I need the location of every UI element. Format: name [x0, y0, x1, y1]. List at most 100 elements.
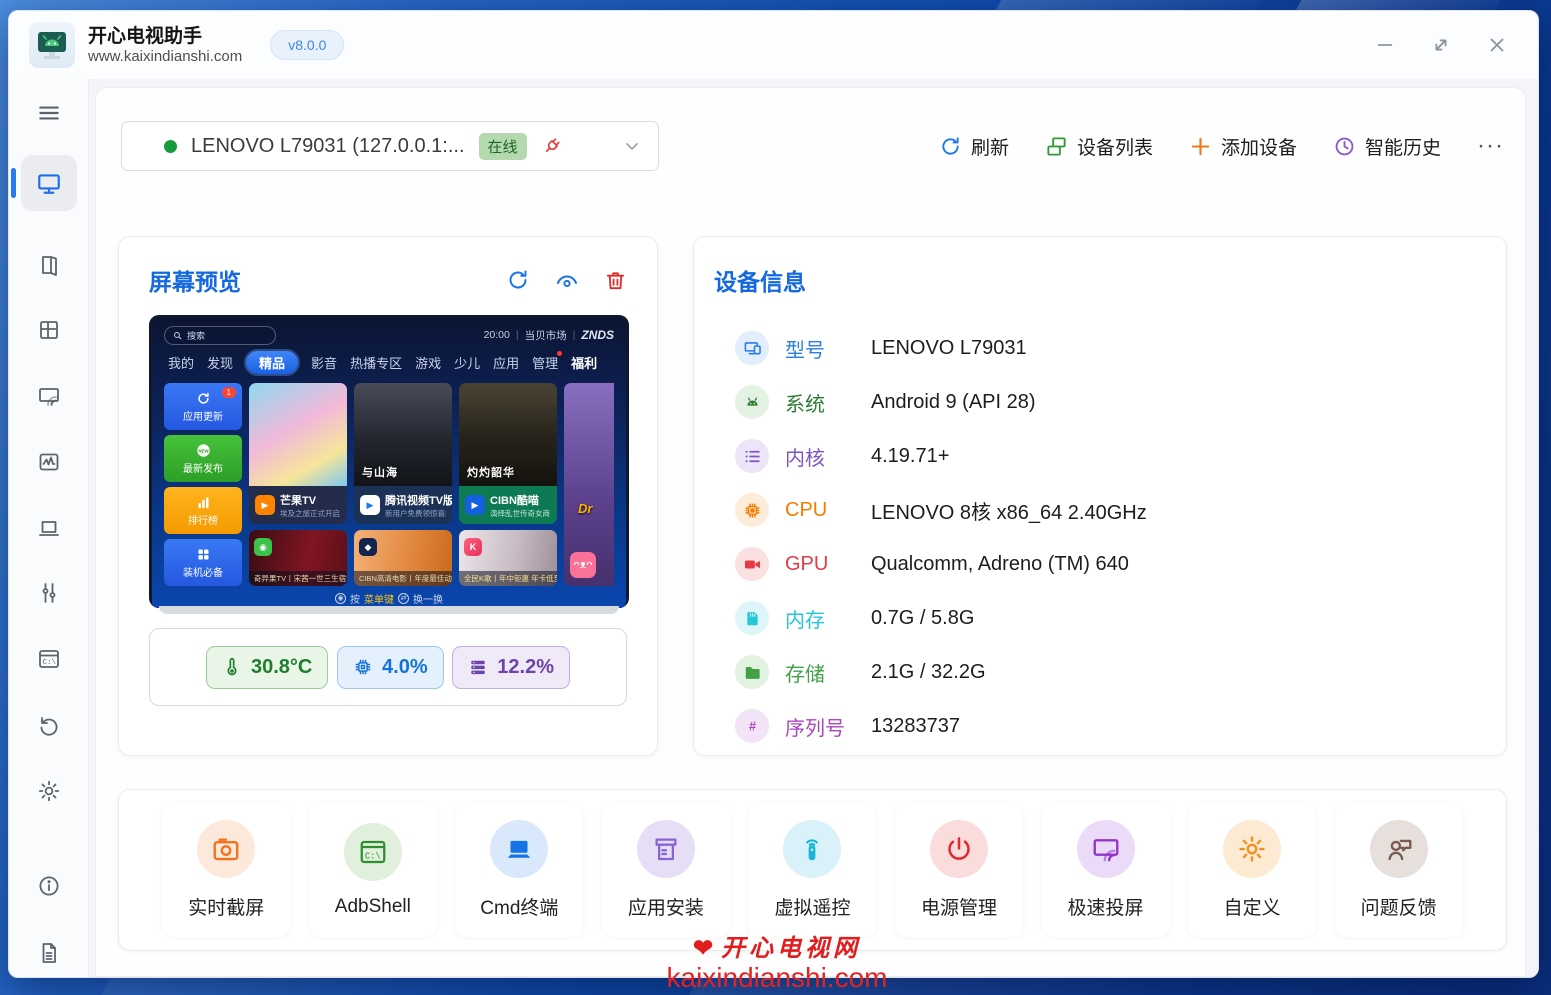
action-fast-cast[interactable]: 极速投屏: [1042, 803, 1170, 937]
card-overlay-text: 与山海: [362, 464, 398, 480]
smart-history-button[interactable]: 智能历史: [1333, 133, 1441, 160]
action-label: 自定义: [1224, 893, 1281, 920]
gear-icon: [37, 779, 61, 803]
device-list-label: 设备列表: [1077, 133, 1153, 160]
tv-column: ▶ 芒果TV 埃及之旅正式开启 ◉ 奇异果TV丨宋: [249, 383, 347, 586]
card-strip: ▶ 腾讯视频TV版 新用户免费领惊喜好礼!: [354, 486, 452, 524]
snapshot-icon: [37, 450, 61, 474]
tencent-video-logo-icon: ▶: [360, 495, 380, 515]
card-subtitle: 埃及之旅正式开启: [280, 508, 340, 519]
action-adb-shell[interactable]: C:\ AdbShell: [309, 803, 437, 937]
preview-tools: [506, 268, 627, 292]
door-icon: [37, 253, 61, 277]
action-label: 极速投屏: [1068, 893, 1144, 920]
mirror-view-button[interactable]: [554, 268, 580, 292]
svg-text:NEW: NEW: [198, 448, 209, 453]
chevron-down-icon[interactable]: [622, 136, 642, 156]
action-screenshot[interactable]: 实时截屏: [162, 803, 290, 937]
info-row-system: 系统 Android 9 (API 28): [714, 375, 1506, 429]
kernel-list-icon: [735, 439, 769, 473]
action-power[interactable]: 电源管理: [895, 803, 1023, 937]
disconnect-icon[interactable]: [541, 135, 563, 157]
action-feedback[interactable]: 问题反馈: [1335, 803, 1463, 937]
screen-preview-card: 屏幕预览: [118, 236, 658, 756]
device-toolbar: LENOVO L79031 (127.0.0.1:... 在线 刷新: [121, 121, 1504, 171]
maximize-button[interactable]: [1430, 34, 1452, 56]
memory-value: 12.2%: [497, 656, 554, 679]
bilibili-tv-logo-icon: ᴖᴥᴖ: [570, 552, 596, 578]
info-row-model: 型号 LENOVO L79031: [714, 321, 1506, 375]
tv-card-partial: Dr ᴖᴥᴖ: [564, 383, 614, 586]
svg-text:C:\: C:\: [42, 659, 56, 667]
screen-preview-icon: [36, 170, 62, 196]
banner-caption: 全民K歌丨年中钜惠 年卡低至0.45元/天: [459, 571, 557, 586]
smart-history-icon: [1333, 135, 1356, 158]
device-selector[interactable]: LENOVO L79031 (127.0.0.1:... 在线: [121, 121, 659, 171]
action-label: AdbShell: [335, 896, 411, 918]
add-device-button[interactable]: 添加设备: [1189, 133, 1297, 160]
minimize-button[interactable]: [1374, 34, 1396, 56]
sidebar-item-log[interactable]: [29, 933, 69, 973]
sidebar-item-file-manager[interactable]: [29, 245, 69, 285]
card-image: [249, 383, 347, 486]
tv-tab: 热播专区: [350, 353, 402, 372]
sidebar-item-screencast[interactable]: [29, 376, 69, 416]
videocam-icon: [735, 547, 769, 581]
info-value: Qualcomm, Adreno (TM) 640: [871, 553, 1129, 576]
reload-preview-button[interactable]: [506, 268, 530, 292]
preview-header: 屏幕预览: [119, 237, 657, 297]
menu-key-icon: ◉: [335, 593, 346, 604]
more-button[interactable]: ···: [1477, 132, 1504, 160]
sidebar-item-snapshot[interactable]: [29, 442, 69, 482]
mirror-view-icon: [554, 268, 580, 292]
custom-gear-icon: [1223, 820, 1281, 878]
sidebar-item-tools[interactable]: [29, 573, 69, 613]
tv-tab: 管理: [532, 353, 558, 372]
close-button[interactable]: [1486, 34, 1508, 56]
feedback-icon: [1370, 820, 1428, 878]
device-info-rows: 型号 LENOVO L79031 系统 Android 9 (API 28): [714, 321, 1506, 753]
sidebar-item-terminal[interactable]: C:\: [29, 639, 69, 679]
refresh-button[interactable]: 刷新: [939, 133, 1009, 160]
cpu-value: 4.0%: [382, 656, 428, 679]
device-model-icon: [735, 331, 769, 365]
remote-icon: [783, 820, 841, 878]
device-list-button[interactable]: 设备列表: [1045, 133, 1153, 160]
card-overlay-text: 灼灼韶华: [467, 464, 515, 480]
sidebar-item-history[interactable]: [29, 706, 69, 746]
action-customize[interactable]: 自定义: [1188, 803, 1316, 937]
online-dot: [164, 140, 177, 153]
tv-tab: 应用: [493, 353, 519, 372]
titlebar: 开心电视助手 www.kaixindianshi.com v8.0.0: [9, 11, 1538, 79]
action-label: 问题反馈: [1361, 893, 1437, 920]
cpu-stat: 4.0%: [337, 646, 444, 689]
hint-press: 按: [350, 591, 360, 606]
action-label: 电源管理: [921, 893, 997, 920]
card-title: CIBN酷喵: [490, 492, 550, 508]
delete-preview-button[interactable]: [604, 269, 627, 292]
sidebar-item-screen-preview[interactable]: [21, 155, 77, 211]
action-virtual-remote[interactable]: 虚拟遥控: [748, 803, 876, 937]
sidebar-item-laptop[interactable]: [29, 508, 69, 548]
temperature-stat: 30.8°C: [206, 646, 328, 689]
tv-brand-logo: ZNDS: [581, 328, 614, 342]
tv-preview[interactable]: 搜索 20:00 | 当贝市场 | ZNDS 我的: [149, 315, 629, 608]
info-value: 0.7G / 5.8G: [871, 607, 974, 630]
sidebar-item-about[interactable]: [29, 866, 69, 906]
menu-toggle-button[interactable]: [29, 93, 69, 133]
rank-bars-icon: [196, 495, 211, 510]
tv-screen: 搜索 20:00 | 当贝市场 | ZNDS 我的: [152, 318, 626, 608]
tv-tab: 我的: [168, 353, 194, 372]
tv-base: [159, 606, 619, 614]
action-install-apk[interactable]: 应用安装: [602, 803, 730, 937]
separator: |: [573, 329, 576, 341]
top-actions: 刷新 设备列表 添加设备 智能历史 ···: [939, 132, 1504, 160]
action-cmd-terminal[interactable]: Cmd终端: [455, 803, 583, 937]
quick-actions-card: 实时截屏 C:\ AdbShell Cmd终端: [118, 789, 1507, 951]
sidebar-item-settings[interactable]: [29, 771, 69, 811]
svg-text:#: #: [748, 719, 755, 733]
cpu-chip-icon: [735, 493, 769, 527]
action-label: Cmd终端: [480, 893, 558, 920]
sidebar-item-layout[interactable]: [29, 310, 69, 350]
tv-store-name: 当贝市场: [525, 328, 567, 343]
